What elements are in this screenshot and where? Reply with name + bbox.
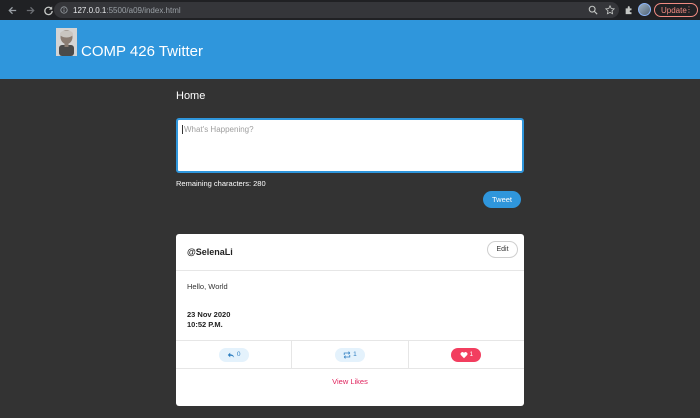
tweet-actions: 0 1 1 (176, 340, 524, 369)
compose-placeholder: What's Happening? (184, 125, 254, 134)
reply-button[interactable]: 0 (218, 347, 249, 362)
tweet-body: Hello, World (187, 282, 228, 291)
update-button[interactable]: Update ⋮ (654, 3, 698, 17)
retweet-button[interactable]: 1 (334, 347, 365, 362)
retweet-icon (343, 350, 351, 359)
text-caret (182, 125, 183, 134)
url-text: 127.0.0.1:5500/a09/index.html (73, 6, 181, 15)
tweet-button[interactable]: Tweet (483, 191, 521, 208)
address-bar[interactable]: 127.0.0.1:5500/a09/index.html (54, 2, 619, 18)
app-header: COMP 426 Twitter (0, 20, 700, 79)
like-count: 1 (469, 351, 474, 358)
zoom-icon[interactable] (588, 5, 598, 15)
more-icon[interactable]: ⋮ (685, 5, 693, 15)
reply-count: 0 (236, 351, 241, 358)
extensions-icon[interactable] (624, 5, 634, 15)
app-title: COMP 426 Twitter (81, 43, 203, 60)
tweet-card: @SelenaLi Edit Hello, World 23 Nov 2020 … (176, 234, 524, 406)
update-label: Update (661, 5, 687, 15)
page-title: Home (176, 90, 206, 102)
forward-icon (26, 6, 35, 14)
retweet-cell: 1 (292, 341, 409, 368)
compose-textarea[interactable]: What's Happening? (176, 118, 524, 173)
tweet-date: 23 Nov 2020 (187, 310, 231, 319)
remaining-characters: Remaining characters: 280 (176, 179, 266, 188)
url-path: :5500/a09/index.html (106, 5, 181, 15)
tweet-card-header: @SelenaLi Edit (176, 234, 524, 271)
back-button[interactable] (4, 2, 20, 18)
browser-toolbar: 127.0.0.1:5500/a09/index.html Update ⋮ (0, 0, 700, 20)
lock-icon (60, 6, 68, 14)
reply-cell: 0 (176, 341, 293, 368)
back-icon (7, 6, 16, 14)
edit-button[interactable]: Edit (487, 241, 518, 258)
star-icon[interactable] (605, 5, 615, 15)
like-button[interactable]: 1 (451, 347, 482, 362)
reply-icon (227, 352, 235, 358)
heart-icon (460, 351, 467, 358)
profile-avatar[interactable] (638, 3, 651, 16)
url-host: 127.0.0.1 (73, 5, 107, 15)
retweet-count: 1 (353, 351, 357, 358)
view-likes-link[interactable]: View Likes (176, 377, 524, 386)
tweet-username: @SelenaLi (187, 247, 233, 257)
tweet-time: 10:52 P.M. (187, 320, 223, 329)
reload-icon (43, 5, 53, 15)
like-cell: 1 (409, 341, 524, 368)
avatar (56, 28, 77, 56)
forward-button[interactable] (22, 2, 38, 18)
